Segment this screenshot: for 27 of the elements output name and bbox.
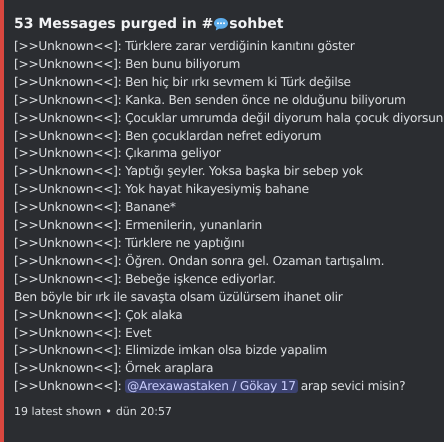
footer-count: 19 latest shown — [14, 405, 102, 418]
embed-title: 53 Messages purged in # — [14, 16, 214, 32]
message-line: [>>Unknown<<]: Banane* — [14, 199, 177, 216]
message-line: [>>Unknown<<]: @Arexawastaken / Gökay 17 arap sevici misin? — [14, 378, 406, 396]
speech-bubble-icon — [213, 16, 230, 32]
message-line: [>>Unknown<<]: Ben bunu biliyorum — [14, 56, 242, 73]
message-line: [>>Unknown<<]: Öğren. Ondan sonra gel. Ozaman tartışalım. — [14, 252, 386, 270]
footer-time: dün 20:57 — [116, 405, 172, 418]
user-mention[interactable]: @Arexawastaken / Gökay 17 — [125, 379, 298, 394]
message-line: [>>Unknown<<]: Evet — [14, 324, 152, 342]
message-line: [>>Unknown<<]: Çıkarıma geliyor — [14, 145, 222, 162]
channel-name[interactable]: sohbet — [229, 16, 284, 32]
message-line: [>>Unknown<<]: Yok hayat hikayesiymiş bahane — [14, 181, 310, 198]
message-line: [>>Unknown<<]: Ben hiç bir ırkı sevmem ki Türk değilse — [14, 74, 352, 91]
message-line: [>>Unknown<<]: Ermenilerin, yunanlarin — [14, 217, 263, 234]
message-line: [>>Unknown<<]: Elimizde imkan olsa bizde yapalim — [14, 342, 328, 360]
message-line: [>>Unknown<<]: Türklere ne yaptığını — [14, 234, 246, 252]
message-line: [>>Unknown<<]: Çok alaka — [14, 306, 184, 324]
message-line: [>>Unknown<<]: Örnek araplara — [14, 360, 214, 378]
message-line: [>>Unknown<<]: Yaptığı şeyler. Yoksa başka bir sebep yok — [14, 163, 364, 180]
message-line: Ben böyle bir ırk ile savaşta olsam üzülürsem ihanet olir — [14, 288, 344, 306]
footer-separator: • — [105, 405, 112, 418]
message-line: [>>Unknown<<]: Bebeğe işkence ediyorlar. — [14, 270, 277, 288]
message-line: [>>Unknown<<]: Türklere zarar verdiğinin kanıtını göster — [14, 38, 356, 55]
message-line: [>>Unknown<<]: Kanka. Ben senden önce ne olduğunu biliyorum — [14, 92, 407, 109]
message-line: [>>Unknown<<]: Ben çocuklardan nefret ediyorum — [14, 128, 322, 145]
message-line: [>>Unknown<<]: Çocuklar umrumda değil diyorum hala çocuk diyorsun — [14, 110, 444, 127]
